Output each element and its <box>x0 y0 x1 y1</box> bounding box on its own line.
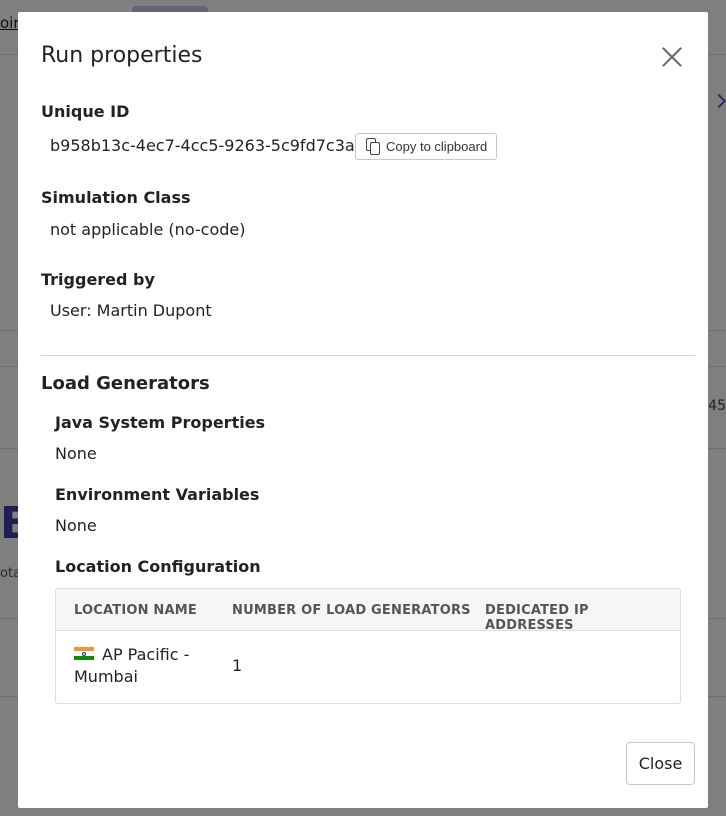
java-system-properties-label: Java System Properties <box>55 413 266 432</box>
environment-variables-value: None <box>55 516 97 535</box>
column-header-dedicated-ips: DEDICATED IP ADDRESSES <box>485 603 589 633</box>
column-header-load-generators: NUMBER OF LOAD GENERATORS <box>232 603 471 618</box>
copy-button-label: Copy to clipboard <box>386 139 488 154</box>
simulation-class-label: Simulation Class <box>41 188 191 207</box>
section-divider <box>41 355 695 356</box>
modal-title: Run properties <box>41 43 203 68</box>
triggered-by-label: Triggered by <box>41 270 155 289</box>
load-generators-title: Load Generators <box>41 373 210 394</box>
location-name-line2: Mumbai <box>74 667 138 686</box>
unique-id-value: b958b13c-4ec7-4cc5-9263-5c9fd7c3a17d <box>50 136 386 155</box>
java-system-properties-value: None <box>55 444 97 463</box>
location-cell: AP Pacific - <box>74 645 189 664</box>
location-configuration-label: Location Configuration <box>55 557 261 576</box>
environment-variables-label: Environment Variables <box>55 485 260 504</box>
load-generators-count: 1 <box>232 656 243 675</box>
unique-id-label: Unique ID <box>41 102 130 121</box>
close-button[interactable]: Close <box>626 742 695 785</box>
india-flag-icon <box>74 646 94 661</box>
location-name-line1: AP Pacific - <box>102 645 190 664</box>
copy-icon <box>366 138 380 155</box>
location-table: LOCATION NAME NUMBER OF LOAD GENERATORS … <box>55 588 681 704</box>
close-icon[interactable] <box>660 45 684 69</box>
run-properties-modal: Run properties Unique ID b958b13c-4ec7-4… <box>18 12 708 808</box>
table-header: LOCATION NAME NUMBER OF LOAD GENERATORS … <box>56 589 680 633</box>
triggered-by-value: User: Martin Dupont <box>50 301 212 320</box>
column-header-location-name: LOCATION NAME <box>74 603 197 618</box>
copy-to-clipboard-button[interactable]: Copy to clipboard <box>355 133 498 160</box>
simulation-class-value: not applicable (no-code) <box>50 220 246 239</box>
